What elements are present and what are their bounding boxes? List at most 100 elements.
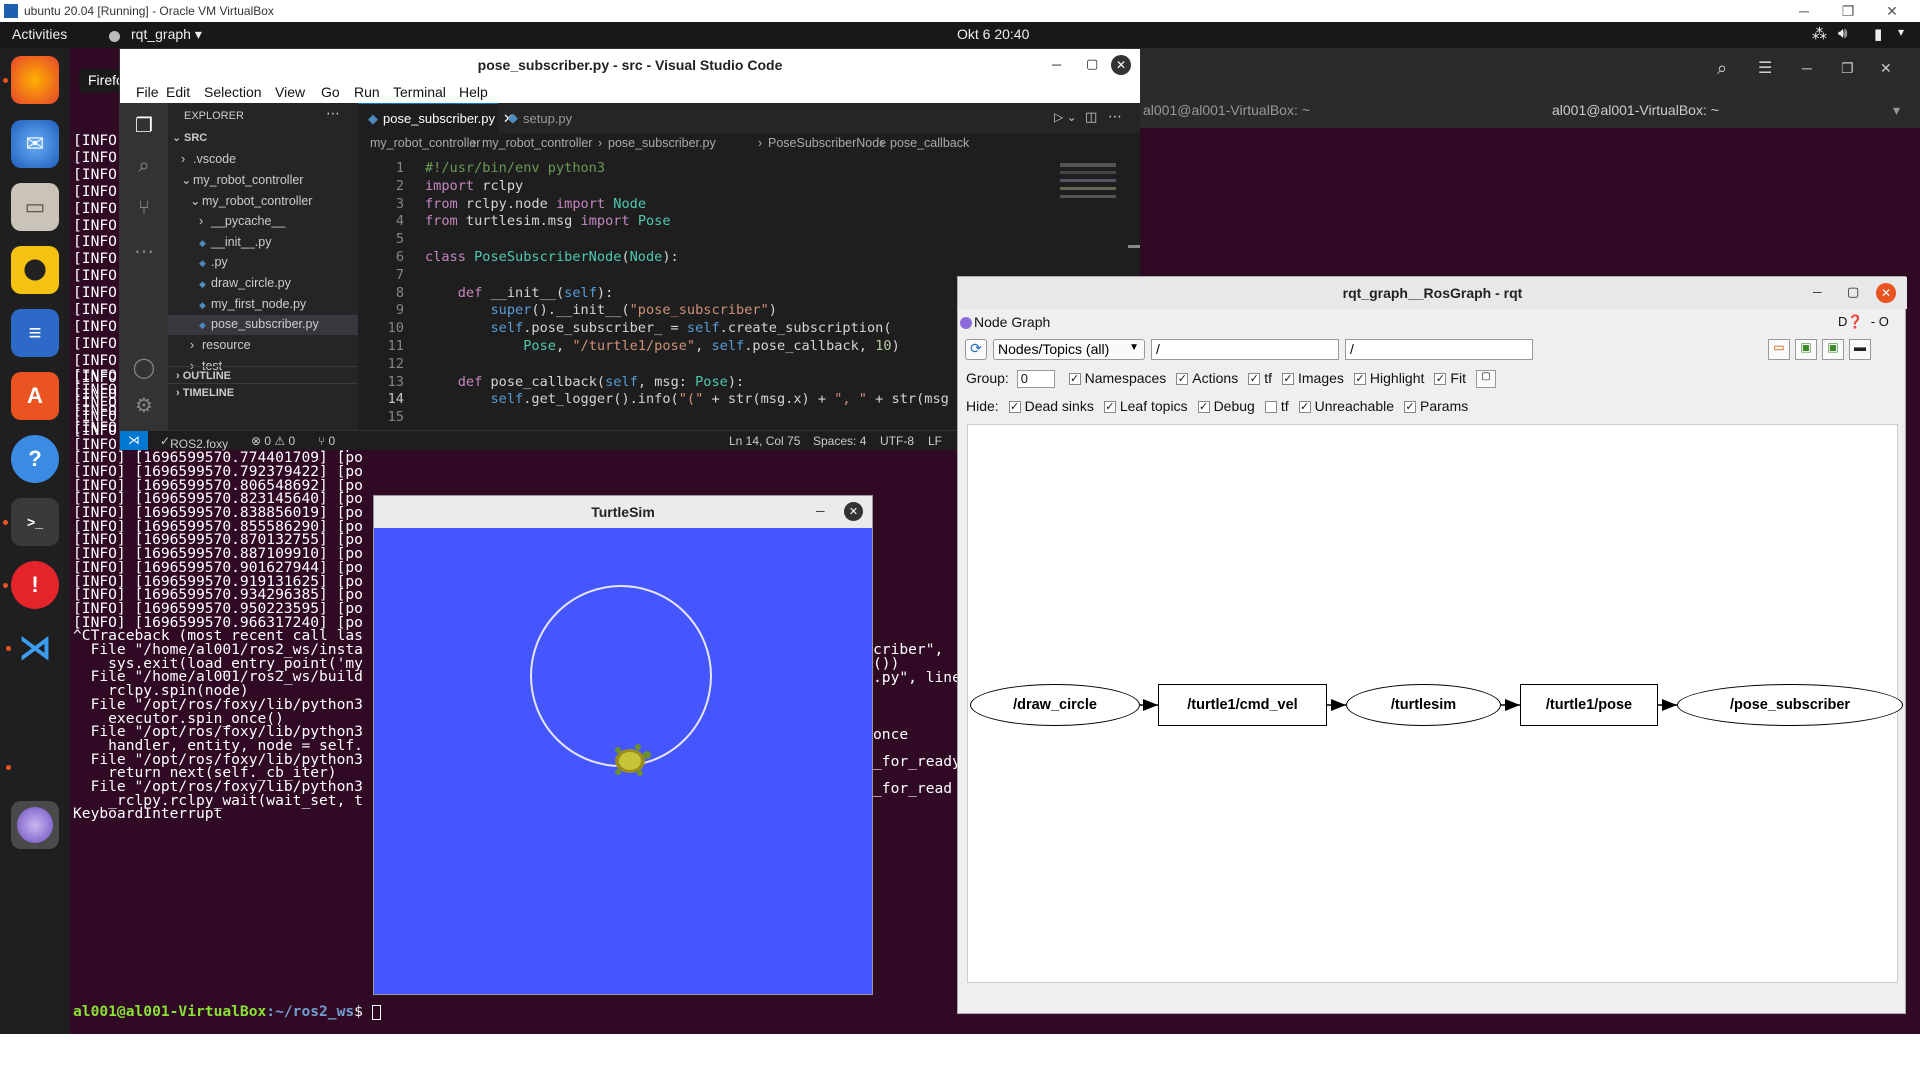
checkbox-fit[interactable]: ✓ Fit bbox=[1434, 370, 1466, 386]
checkbox-leaf-topics[interactable]: ✓ Leaf topics bbox=[1103, 398, 1188, 414]
terminal-tab-1[interactable]: al001@al001-VirtualBox: ~ bbox=[1143, 102, 1310, 118]
more-icon[interactable]: ⋯ bbox=[132, 239, 156, 263]
account-icon[interactable]: ◯ bbox=[132, 355, 156, 379]
terminal-maximize-icon[interactable]: ❐ bbox=[1841, 60, 1854, 77]
menu-edit[interactable]: Edit bbox=[166, 84, 190, 100]
tree-item[interactable]: ◆ __init__.py bbox=[168, 233, 358, 253]
load-dot-button[interactable]: ▭ bbox=[1768, 339, 1790, 360]
group-spinbox[interactable]: 0 bbox=[1016, 370, 1055, 389]
battery-icon[interactable]: ▮ bbox=[1874, 25, 1882, 43]
restore-button[interactable]: ❐ bbox=[1826, 0, 1870, 22]
cursor-position[interactable]: Ln 14, Col 75 bbox=[729, 434, 800, 448]
turtlesim-minimize-icon[interactable]: ─ bbox=[816, 504, 825, 518]
tab-pose-subscriber[interactable]: ◆ pose_subscriber.py ✕ bbox=[358, 103, 514, 133]
problems-indicator[interactable]: ⊗ 0 ⚠ 0 bbox=[251, 434, 295, 448]
checkbox-actions[interactable]: ✓ Actions bbox=[1176, 370, 1238, 386]
scrollbar-thumb[interactable] bbox=[1128, 245, 1140, 248]
menu-help[interactable]: Help bbox=[459, 84, 488, 100]
system-menu-icon[interactable]: ▾ bbox=[1898, 25, 1904, 39]
fit-view-button[interactable]: ▢ bbox=[1475, 370, 1496, 389]
checkbox-dead-sinks[interactable]: ✓ Dead sinks bbox=[1008, 398, 1094, 414]
rhythmbox-icon[interactable] bbox=[11, 246, 59, 294]
help-icon[interactable]: ? bbox=[11, 435, 59, 483]
topic-filter-input[interactable]: / bbox=[1345, 339, 1533, 360]
editor-more-icon[interactable]: ⋯ bbox=[1108, 108, 1122, 125]
menu-go[interactable]: Go bbox=[321, 84, 340, 100]
show-apps-icon[interactable]: ⋮⋮⋮ bbox=[0, 1026, 75, 1074]
menu-run[interactable]: Run bbox=[354, 84, 380, 100]
rqt-icon[interactable] bbox=[11, 801, 59, 849]
split-editor-icon[interactable]: ◫ bbox=[1085, 109, 1097, 125]
indentation[interactable]: Spaces: 4 bbox=[813, 434, 866, 448]
vscode-maximize-icon[interactable]: ▢ bbox=[1086, 56, 1098, 72]
terminal-icon[interactable]: >_ bbox=[11, 498, 59, 546]
node-turtlesim[interactable]: /turtlesim bbox=[1346, 684, 1501, 726]
menu-selection[interactable]: Selection bbox=[204, 84, 262, 100]
timeline-section[interactable]: › TIMELINE bbox=[168, 383, 358, 399]
vscode-icon[interactable]: ⋊ bbox=[11, 624, 59, 672]
vscode-close-icon[interactable]: ✕ bbox=[1111, 55, 1131, 75]
terminal-tab-2[interactable]: al001@al001-VirtualBox: ~ bbox=[1552, 102, 1719, 118]
close-button[interactable]: ✕ bbox=[1870, 0, 1914, 22]
vscode-minimize-icon[interactable]: ─ bbox=[1052, 57, 1061, 72]
tree-item[interactable]: ◆ draw_circle.py bbox=[168, 274, 358, 294]
thunderbird-icon[interactable]: ✉ bbox=[11, 120, 59, 168]
breadcrumb-item[interactable]: my_robot_controller bbox=[482, 136, 592, 150]
tree-item[interactable]: ◆ .py bbox=[168, 253, 358, 273]
terminal-close-icon[interactable]: ✕ bbox=[1880, 60, 1892, 77]
tree-item[interactable]: › .vscode bbox=[168, 150, 358, 170]
rqt-window[interactable]: rqt_graph__RosGraph - rqt ─ ▢ ✕ Node Gra… bbox=[957, 276, 1907, 1014]
checkbox-tf[interactable]: ✓ tf bbox=[1248, 370, 1272, 386]
app-menu[interactable]: rqt_graph ▾ bbox=[131, 26, 202, 43]
menu-terminal[interactable]: Terminal bbox=[393, 84, 446, 100]
save-image-button[interactable]: ▬ bbox=[1849, 339, 1871, 360]
rqt-maximize-icon[interactable]: ▢ bbox=[1847, 284, 1859, 300]
activities-button[interactable]: Activities bbox=[12, 26, 67, 42]
refresh-button[interactable]: ⟳ bbox=[965, 339, 987, 360]
outline-section[interactable]: › OUTLINE bbox=[168, 366, 358, 382]
plugin-controls[interactable]: D❓ - O bbox=[1838, 314, 1889, 330]
breadcrumb-item[interactable]: pose_subscriber.py bbox=[608, 136, 716, 150]
code-editor[interactable]: 1 #!/usr/bin/env python3 2 import rclpy 3 fro… bbox=[358, 155, 1048, 430]
tree-item[interactable]: ◆ pose_subscriber.py bbox=[168, 315, 358, 336]
node-draw-circle[interactable]: /draw_circle bbox=[970, 684, 1140, 726]
rqt-close-icon[interactable]: ✕ bbox=[1876, 283, 1896, 303]
ros-status[interactable]: ✓ ROS2.foxy bbox=[160, 434, 228, 451]
run-icon[interactable]: ▷ ⌄ bbox=[1054, 110, 1077, 124]
checkbox-tf[interactable]: tf bbox=[1264, 398, 1289, 414]
encoding[interactable]: UTF-8 bbox=[880, 434, 914, 448]
breadcrumb-item[interactable]: my_robot_controller bbox=[370, 136, 480, 150]
checkbox-debug[interactable]: ✓ Debug bbox=[1197, 398, 1255, 414]
explorer-icon[interactable]: ❐ bbox=[132, 113, 156, 137]
rqt-minimize-icon[interactable]: ─ bbox=[1813, 285, 1822, 299]
checkbox-highlight[interactable]: ✓ Highlight bbox=[1353, 370, 1424, 386]
graph-type-select[interactable]: Nodes/Topics (all) ▼ bbox=[993, 339, 1145, 360]
remote-icon[interactable]: ⋊ bbox=[120, 431, 148, 450]
save-dot-button[interactable]: ▣ bbox=[1795, 339, 1817, 360]
clock[interactable]: Okt 6 20:40 bbox=[957, 26, 1029, 42]
checkbox-images[interactable]: ✓ Images bbox=[1282, 370, 1344, 386]
tree-item[interactable]: ⌄ SRC bbox=[168, 129, 358, 149]
tree-item[interactable]: › __pycache__ bbox=[168, 212, 358, 232]
search-icon[interactable]: ⌕ bbox=[132, 155, 156, 179]
terminal-minimize-icon[interactable]: ─ bbox=[1802, 60, 1812, 76]
source-control-icon[interactable]: ⑂ bbox=[132, 197, 156, 221]
menu-view[interactable]: View bbox=[275, 84, 305, 100]
menu-file[interactable]: File bbox=[136, 84, 159, 100]
minimize-button[interactable]: ─ bbox=[1782, 0, 1826, 22]
tab-list-icon[interactable]: ▾ bbox=[1893, 102, 1900, 119]
checkbox-params[interactable]: ✓ Params bbox=[1404, 398, 1468, 414]
files-icon[interactable]: ▭ bbox=[11, 183, 59, 231]
save-svg-button[interactable]: ▣ bbox=[1822, 339, 1844, 360]
node-pose-subscriber[interactable]: /pose_subscriber bbox=[1677, 684, 1903, 726]
hamburger-menu-icon[interactable]: ☰ bbox=[1758, 58, 1772, 78]
graph-canvas[interactable]: /draw_circle /turtle1/cmd_vel /turtlesim… bbox=[967, 424, 1903, 983]
tree-item[interactable]: ◆ my_first_node.py bbox=[168, 295, 358, 315]
checkbox-unreachable[interactable]: ✓ Unreachable bbox=[1298, 398, 1394, 414]
update-alert-icon[interactable]: ! bbox=[11, 561, 59, 609]
explorer-more-icon[interactable]: ⋯ bbox=[326, 105, 340, 122]
terminal-prompt[interactable]: al001@al001-VirtualBox:~/ros2_ws$ bbox=[73, 1003, 381, 1021]
node-filter-input[interactable]: / bbox=[1151, 339, 1339, 360]
tree-item[interactable]: ⌄ my_robot_controller bbox=[168, 191, 358, 211]
breadcrumb-item[interactable]: pose_callback bbox=[890, 136, 969, 150]
